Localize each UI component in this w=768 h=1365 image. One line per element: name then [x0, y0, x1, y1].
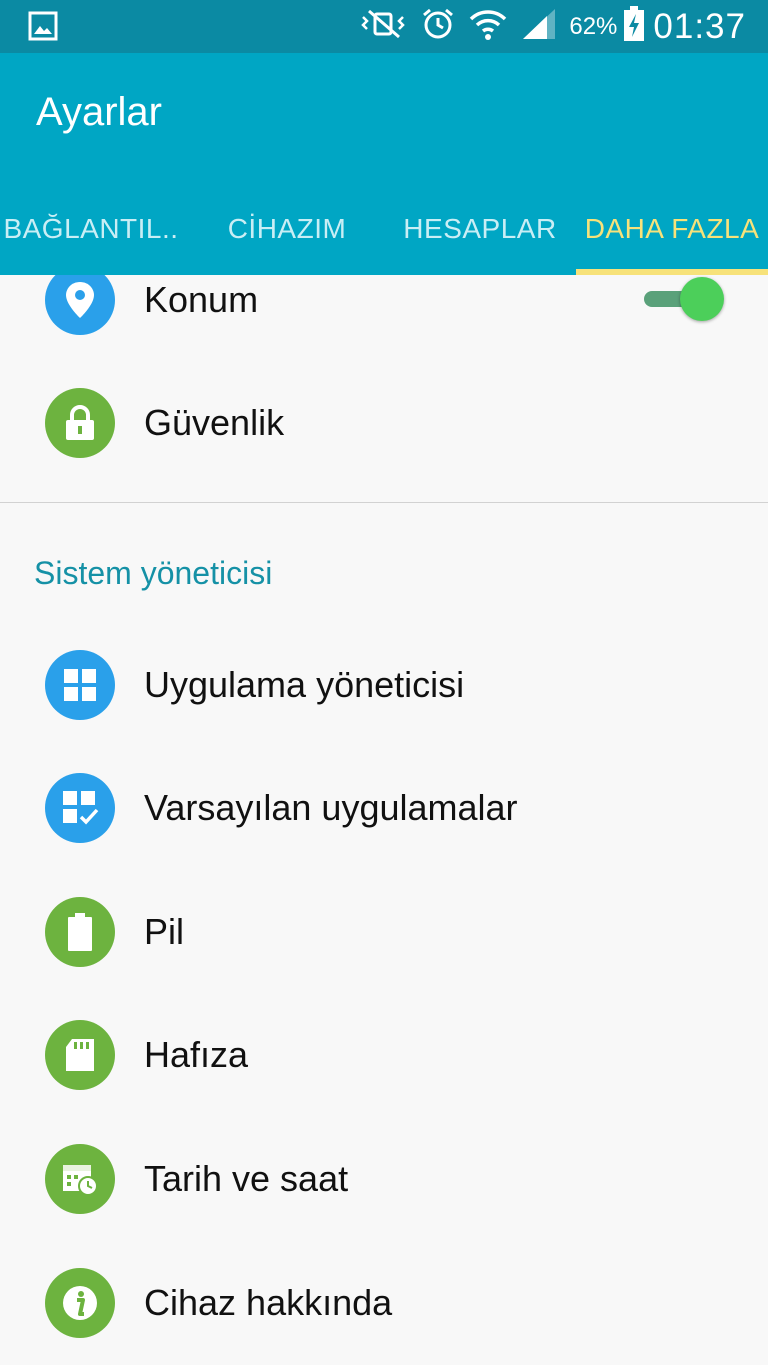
signal-icon	[521, 7, 557, 46]
settings-item-label: Pil	[144, 911, 185, 952]
settings-item-label: Hafıza	[144, 1034, 249, 1075]
app-bar: Ayarlar BAĞLANTIL.. CİHAZIM HESAPLAR DAH…	[0, 53, 768, 275]
settings-item-label: Varsayılan uygulamalar	[144, 787, 518, 828]
settings-item-label: Konum	[144, 279, 259, 320]
default-apps-icon	[45, 773, 115, 843]
battery-charging-icon	[623, 6, 645, 47]
tab-accounts[interactable]: HESAPLAR	[384, 183, 576, 275]
battery-percent: 62%	[569, 12, 618, 40]
settings-item-storage[interactable]: Hafıza	[0, 1000, 768, 1110]
tab-bar: BAĞLANTIL.. CİHAZIM HESAPLAR DAHA FAZLA	[0, 183, 768, 275]
location-pin-icon	[45, 275, 115, 335]
settings-item-label: Uygulama yöneticisi	[144, 664, 465, 705]
section-header: Sistem yöneticisi	[34, 555, 273, 591]
vibrate-mute-icon	[359, 9, 407, 44]
settings-item-application-manager[interactable]: Uygulama yöneticisi	[0, 630, 768, 740]
sd-card-icon	[45, 1020, 115, 1090]
settings-item-about-device[interactable]: Cihaz hakkında	[0, 1248, 768, 1358]
clock: 01:37	[653, 6, 746, 46]
calendar-clock-icon	[45, 1144, 115, 1214]
info-icon	[45, 1268, 115, 1338]
settings-item-date-time[interactable]: Tarih ve saat	[0, 1124, 768, 1234]
tab-connections[interactable]: BAĞLANTIL..	[0, 183, 182, 275]
gallery-icon	[28, 11, 58, 46]
status-bar: 62% 01:37	[0, 0, 768, 53]
alarm-icon	[421, 7, 455, 46]
section-divider	[0, 502, 768, 503]
settings-item-default-apps[interactable]: Varsayılan uygulamalar	[0, 753, 768, 863]
settings-item-label: Cihaz hakkında	[144, 1282, 393, 1323]
wifi-icon	[469, 7, 507, 46]
settings-item-security[interactable]: Güvenlik	[0, 368, 768, 478]
battery-icon	[45, 897, 115, 967]
tab-my-device[interactable]: CİHAZIM	[192, 183, 382, 275]
settings-list: Konum Güvenlik Sistem yöneticisi Uygulam…	[0, 275, 768, 1365]
settings-item-label: Güvenlik	[144, 402, 285, 443]
lock-icon	[45, 388, 115, 458]
tab-more[interactable]: DAHA FAZLA	[576, 183, 768, 275]
app-grid-icon	[45, 650, 115, 720]
toggle-thumb	[680, 277, 724, 321]
settings-item-label: Tarih ve saat	[144, 1158, 349, 1199]
page-title: Ayarlar	[36, 90, 162, 134]
location-toggle[interactable]	[644, 275, 726, 321]
settings-item-battery[interactable]: Pil	[0, 877, 768, 987]
